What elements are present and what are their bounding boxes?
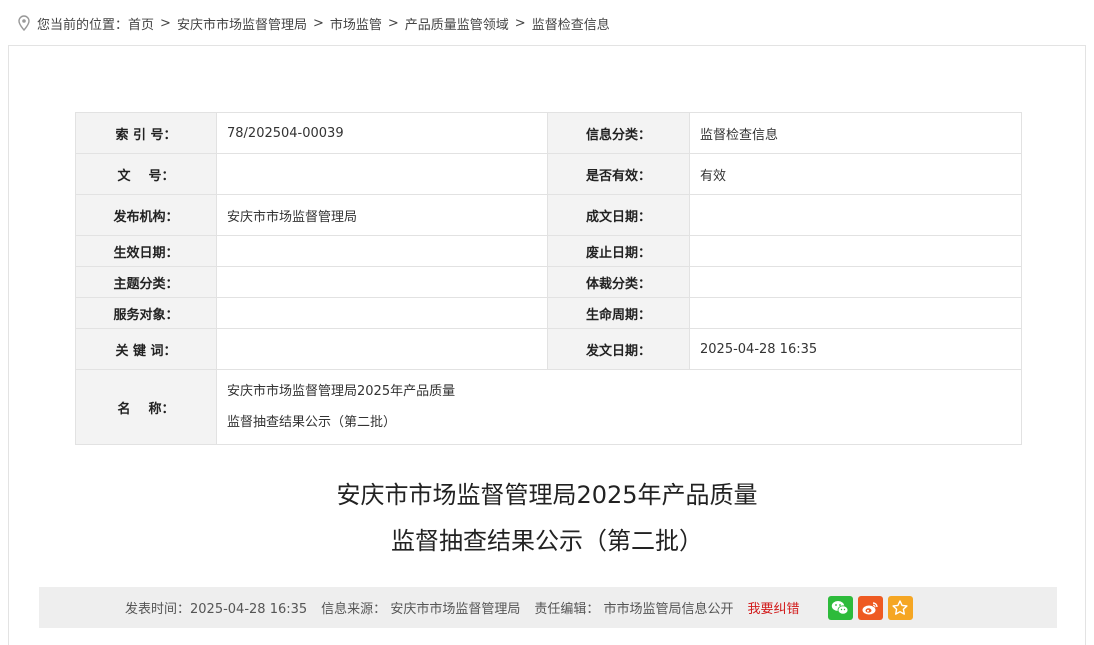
abolish-date-label: 废止日期： (547, 235, 690, 267)
category-value: 监督检查信息 (689, 112, 1022, 154)
genre-label: 体裁分类： (547, 266, 690, 298)
topic-label: 主题分类： (75, 266, 217, 298)
report-error-link[interactable]: 我要纠错 (748, 598, 800, 617)
location-pin-icon (18, 15, 30, 31)
publish-date-value: 2025-04-28 16:35 (689, 328, 1022, 370)
wechat-icon[interactable] (827, 595, 853, 620)
article-title-line-2: 监督抽查结果公示（第二批） (391, 527, 703, 555)
table-row: 服务对象： 生命周期： (75, 297, 1022, 329)
table-row: 生效日期： 废止日期： (75, 235, 1022, 267)
abolish-date-value (689, 235, 1022, 267)
publisher-label: 发布机构： (75, 194, 217, 236)
editor-label: 责任编辑： (534, 602, 600, 617)
table-row: 索 引 号： 78/202504-00039 信息分类： 监督检查信息 (75, 112, 1022, 154)
breadcrumb-home[interactable]: 首页 (128, 14, 154, 33)
breadcrumb-product-quality[interactable]: 产品质量监管领域 (405, 14, 509, 33)
table-row: 文 号： 是否有效： 有效 (75, 153, 1022, 195)
table-row: 主题分类： 体裁分类： (75, 266, 1022, 298)
valid-value: 有效 (689, 153, 1022, 195)
name-line-1: 安庆市市场监督管理局2025年产品质量 (227, 384, 456, 399)
article-title: 安庆市市场监督管理局2025年产品质量 监督抽查结果公示（第二批） (0, 472, 1094, 564)
name-label: 名 称： (75, 369, 217, 445)
lifecycle-label: 生命周期： (547, 297, 690, 329)
publish-time-value: 2025-04-28 16:35 (190, 602, 308, 617)
info-source-label: 信息来源： (321, 602, 387, 617)
breadcrumb-separator: > (387, 15, 399, 31)
breadcrumb-prefix: 您当前的位置： (37, 17, 129, 33)
written-date-label: 成文日期： (547, 194, 690, 236)
publish-time: 发表时间：2025-04-28 16:35 (125, 598, 307, 617)
info-source-value: 安庆市市场监督管理局 (390, 602, 521, 617)
name-line-2: 监督抽查结果公示（第二批） (227, 415, 397, 430)
docno-label: 文 号： (75, 153, 217, 195)
table-row: 名 称： 安庆市市场监督管理局2025年产品质量 监督抽查结果公示（第二批） (75, 369, 1022, 445)
breadcrumb-market-supervision[interactable]: 市场监管 (330, 14, 382, 33)
article-info-bar: 发表时间：2025-04-28 16:35 信息来源： 安庆市市场监督管理局 责… (39, 587, 1057, 628)
publish-date-label: 发文日期： (547, 328, 690, 370)
written-date-value (689, 194, 1022, 236)
category-label: 信息分类： (547, 112, 690, 154)
publish-time-label: 发表时间： (125, 602, 191, 617)
editor-value: 市市场监管局信息公开 (603, 602, 734, 617)
docno-value (216, 153, 548, 195)
topic-value (216, 266, 548, 298)
index-label: 索 引 号： (75, 112, 217, 154)
table-row: 发布机构： 安庆市市场监督管理局 成文日期： (75, 194, 1022, 236)
breadcrumb-separator: > (312, 15, 324, 31)
lifecycle-value (689, 297, 1022, 329)
service-target-value (216, 297, 548, 329)
keywords-label: 关 键 词： (75, 328, 217, 370)
share-buttons (827, 595, 913, 620)
service-target-label: 服务对象： (75, 297, 217, 329)
publisher-value: 安庆市市场监督管理局 (216, 194, 548, 236)
info-source: 信息来源： 安庆市市场监督管理局 (321, 598, 520, 617)
name-value: 安庆市市场监督管理局2025年产品质量 监督抽查结果公示（第二批） (216, 369, 1022, 445)
effective-date-label: 生效日期： (75, 235, 217, 267)
weibo-icon[interactable] (857, 595, 883, 620)
breadcrumb-bureau[interactable]: 安庆市市场监督管理局 (177, 14, 307, 33)
document-metadata-table: 索 引 号： 78/202504-00039 信息分类： 监督检查信息 文 号：… (75, 112, 1022, 445)
breadcrumb-separator: > (514, 15, 526, 31)
article-title-line-1: 安庆市市场监督管理局2025年产品质量 (336, 481, 758, 509)
breadcrumb-inspection-info[interactable]: 监督检查信息 (532, 14, 610, 33)
index-value: 78/202504-00039 (216, 112, 548, 154)
breadcrumb: 您当前的位置： 首页 > 安庆市市场监督管理局 > 市场监管 > 产品质量监管领… (17, 12, 610, 34)
effective-date-value (216, 235, 548, 267)
table-row: 关 键 词： 发文日期： 2025-04-28 16:35 (75, 328, 1022, 370)
valid-label: 是否有效： (547, 153, 690, 195)
genre-value (689, 266, 1022, 298)
keywords-value (216, 328, 548, 370)
breadcrumb-separator: > (160, 15, 171, 31)
favorite-star-icon[interactable] (887, 595, 913, 620)
responsible-editor: 责任编辑： 市市场监管局信息公开 (534, 598, 733, 617)
